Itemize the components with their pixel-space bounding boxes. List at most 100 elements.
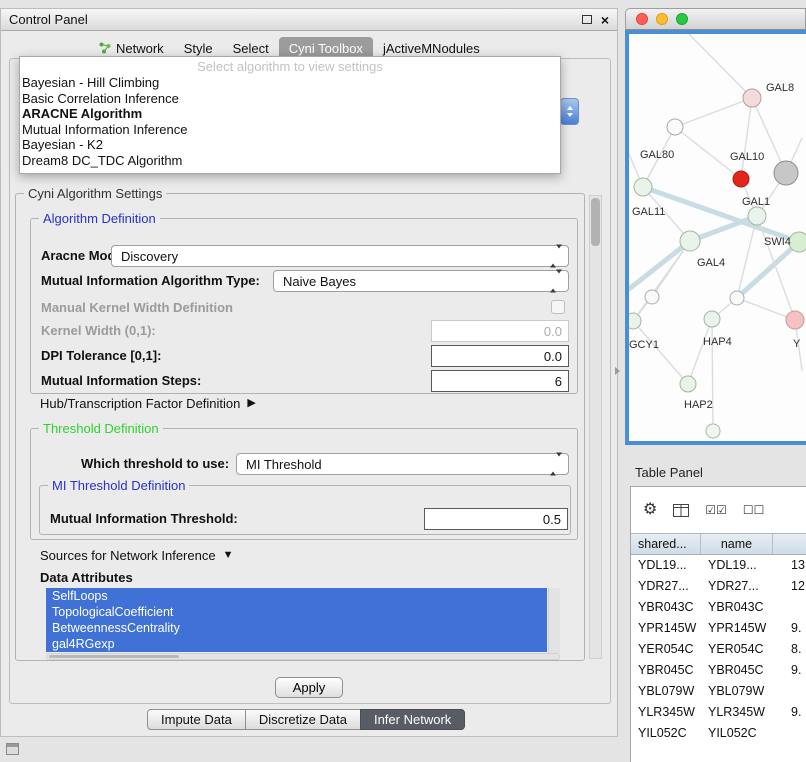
algorithm-option[interactable]: Mutual Information Inference	[20, 122, 560, 138]
table-cell: YDR27...	[631, 576, 701, 597]
select-all-checkboxes-icon[interactable]: ☑☑	[705, 501, 727, 519]
table-row[interactable]: YIL052CYIL052C	[631, 723, 806, 744]
deselect-all-checkboxes-icon[interactable]: ☐☐	[743, 501, 765, 519]
kernel-width-field[interactable]	[431, 320, 569, 342]
which-threshold-value: MI Threshold	[246, 457, 548, 472]
table-row[interactable]: YPR145WYPR145W9.	[631, 618, 806, 639]
algorithm-definition-title: Algorithm Definition	[39, 211, 160, 226]
manual-kernel-checkbox[interactable]	[551, 300, 565, 314]
network-node-y[interactable]	[786, 311, 804, 329]
zoom-traffic-light[interactable]	[676, 13, 688, 25]
mi-threshold-label: Mutual Information Threshold:	[50, 508, 238, 530]
network-node-gal10[interactable]	[733, 171, 749, 187]
table-row[interactable]: YBR043CYBR043C	[631, 597, 806, 618]
table-row[interactable]: YER054CYER054C8.	[631, 639, 806, 660]
collapsed-arrow-icon[interactable]: ▶	[247, 397, 255, 410]
minimize-traffic-light[interactable]	[656, 13, 668, 25]
network-node-hap2[interactable]	[680, 376, 696, 392]
network-node-label: GAL8	[766, 82, 794, 94]
which-threshold-combobox[interactable]: MI Threshold	[236, 453, 569, 475]
table-row[interactable]: YDR27...YDR27...12	[631, 576, 806, 597]
algorithm-combobox-arrows-icon[interactable]	[560, 98, 579, 125]
network-node-gcy1[interactable]	[629, 313, 641, 329]
tab-discretize-data[interactable]: Discretize Data	[245, 709, 361, 730]
network-node-gal1[interactable]	[748, 207, 766, 225]
aracne-mode-combobox[interactable]: Discovery	[111, 245, 569, 267]
data-attribute-item[interactable]: SelfLoops	[46, 588, 547, 604]
algorithm-option[interactable]: Basic Correlation Inference	[20, 91, 560, 107]
network-node-gal8[interactable]	[743, 89, 761, 107]
network-window-titlebar[interactable]	[625, 8, 806, 30]
hub-section-label: Hub/Transcription Factor Definition	[40, 396, 240, 411]
network-node[interactable]	[730, 291, 744, 305]
table-cell: YER054C	[701, 639, 773, 660]
settings-scrollbar[interactable]	[589, 195, 602, 659]
data-attribute-item[interactable]: TopologicalCoefficient	[46, 604, 547, 620]
network-node-gal80[interactable]	[667, 119, 683, 135]
restore-panel-icon[interactable]	[6, 743, 19, 755]
tab-label: Style	[184, 41, 213, 56]
table-row[interactable]: YBR045CYBR045C9.	[631, 660, 806, 681]
network-view-window: GAL8GAL80GAL10GAL11GAL1SWI4GAL4GCY1HAP4Y…	[625, 8, 806, 445]
table-cell: 9.	[773, 660, 806, 681]
attributes-vertical-scrollbar[interactable]	[548, 588, 560, 653]
table-cell: YDL19...	[701, 555, 773, 576]
algorithm-option[interactable]: Dream8 DC_TDC Algorithm	[20, 153, 560, 169]
apply-button[interactable]: Apply	[275, 677, 343, 698]
tab-impute-data[interactable]: Impute Data	[147, 709, 246, 730]
scrollbar-thumb[interactable]	[591, 198, 600, 246]
hub-section-toggle[interactable]: Hub/Transcription Factor Definition ▶	[40, 396, 256, 411]
network-node-swi4[interactable]	[789, 232, 806, 252]
mi-type-row: Mutual Information Algorithm Type: Naive…	[31, 270, 577, 292]
algorithm-option[interactable]: ARACNE Algorithm	[20, 106, 560, 122]
column-browser-icon[interactable]	[673, 504, 689, 517]
scrollbar-thumb[interactable]	[49, 655, 179, 658]
column-header-partial[interactable]	[773, 534, 806, 554]
aracne-mode-row: Aracne Mode: Discovery	[31, 245, 577, 267]
data-attribute-item[interactable]: gal4RGexp	[46, 636, 547, 652]
close-traffic-light[interactable]	[636, 13, 648, 25]
expanded-arrow-icon[interactable]: ▼	[223, 549, 234, 562]
column-header-name[interactable]: name	[701, 534, 773, 554]
network-node[interactable]	[706, 424, 720, 438]
mi-threshold-group: MI Threshold Definition Mutual Informati…	[39, 485, 571, 535]
kernel-width-row: Kernel Width (0,1):	[31, 320, 577, 342]
algorithm-option[interactable]: Bayesian - Hill Climbing	[20, 75, 560, 91]
gear-icon[interactable]: ⚙	[643, 501, 657, 519]
network-node[interactable]	[645, 290, 659, 304]
mi-threshold-field[interactable]	[424, 508, 568, 530]
splitter-collapse-arrow[interactable]	[615, 367, 620, 375]
network-node-gal11[interactable]	[634, 178, 652, 196]
network-node-gal4[interactable]	[680, 231, 700, 251]
algorithm-dropdown-items: Bayesian - Hill ClimbingBasic Correlatio…	[20, 75, 560, 168]
table-row[interactable]: YLR345WYLR345W9.	[631, 702, 806, 723]
network-edge	[633, 321, 688, 384]
network-edge	[741, 98, 752, 179]
mi-steps-field[interactable]	[431, 370, 569, 392]
mi-steps-row: Mutual Information Steps:	[31, 370, 577, 392]
table-row[interactable]: YDL19...YDL19...13	[631, 555, 806, 576]
table-row[interactable]: YBL079WYBL079W	[631, 681, 806, 702]
network-canvas[interactable]: GAL8GAL80GAL10GAL11GAL1SWI4GAL4GCY1HAP4Y…	[625, 30, 806, 445]
column-header-shared-name[interactable]: shared...	[631, 534, 701, 554]
close-window-icon[interactable]: ×	[601, 13, 609, 27]
network-node-label: GAL80	[640, 149, 674, 161]
tab-infer-network[interactable]: Infer Network	[360, 709, 465, 730]
attributes-horizontal-scrollbar[interactable]	[46, 653, 560, 660]
network-node[interactable]	[774, 161, 798, 185]
combo-arrows-icon	[550, 274, 562, 289]
network-node-label: SWI4	[764, 236, 791, 248]
network-node-label: HAP2	[684, 399, 713, 411]
mi-type-combobox[interactable]: Naive Bayes	[273, 270, 569, 292]
table-cell: 8.	[773, 639, 806, 660]
float-window-icon[interactable]	[582, 15, 592, 24]
algorithm-option[interactable]: Bayesian - K2	[20, 137, 560, 153]
network-node-label: GAL11	[632, 206, 665, 218]
table-cell: YLR345W	[701, 702, 773, 723]
data-attribute-item[interactable]: BetweennessCentrality	[46, 620, 547, 636]
sources-section-toggle[interactable]: Sources for Network Inference ▼	[40, 548, 233, 563]
control-panel-titlebar[interactable]: Control Panel ×	[1, 9, 617, 31]
dpi-tolerance-field[interactable]	[431, 345, 569, 367]
table-panel-window: ⚙ ☑☑ ☐☐ shared... name YDL19...YDL19...1…	[630, 486, 806, 762]
network-node-hap4[interactable]	[704, 311, 720, 327]
